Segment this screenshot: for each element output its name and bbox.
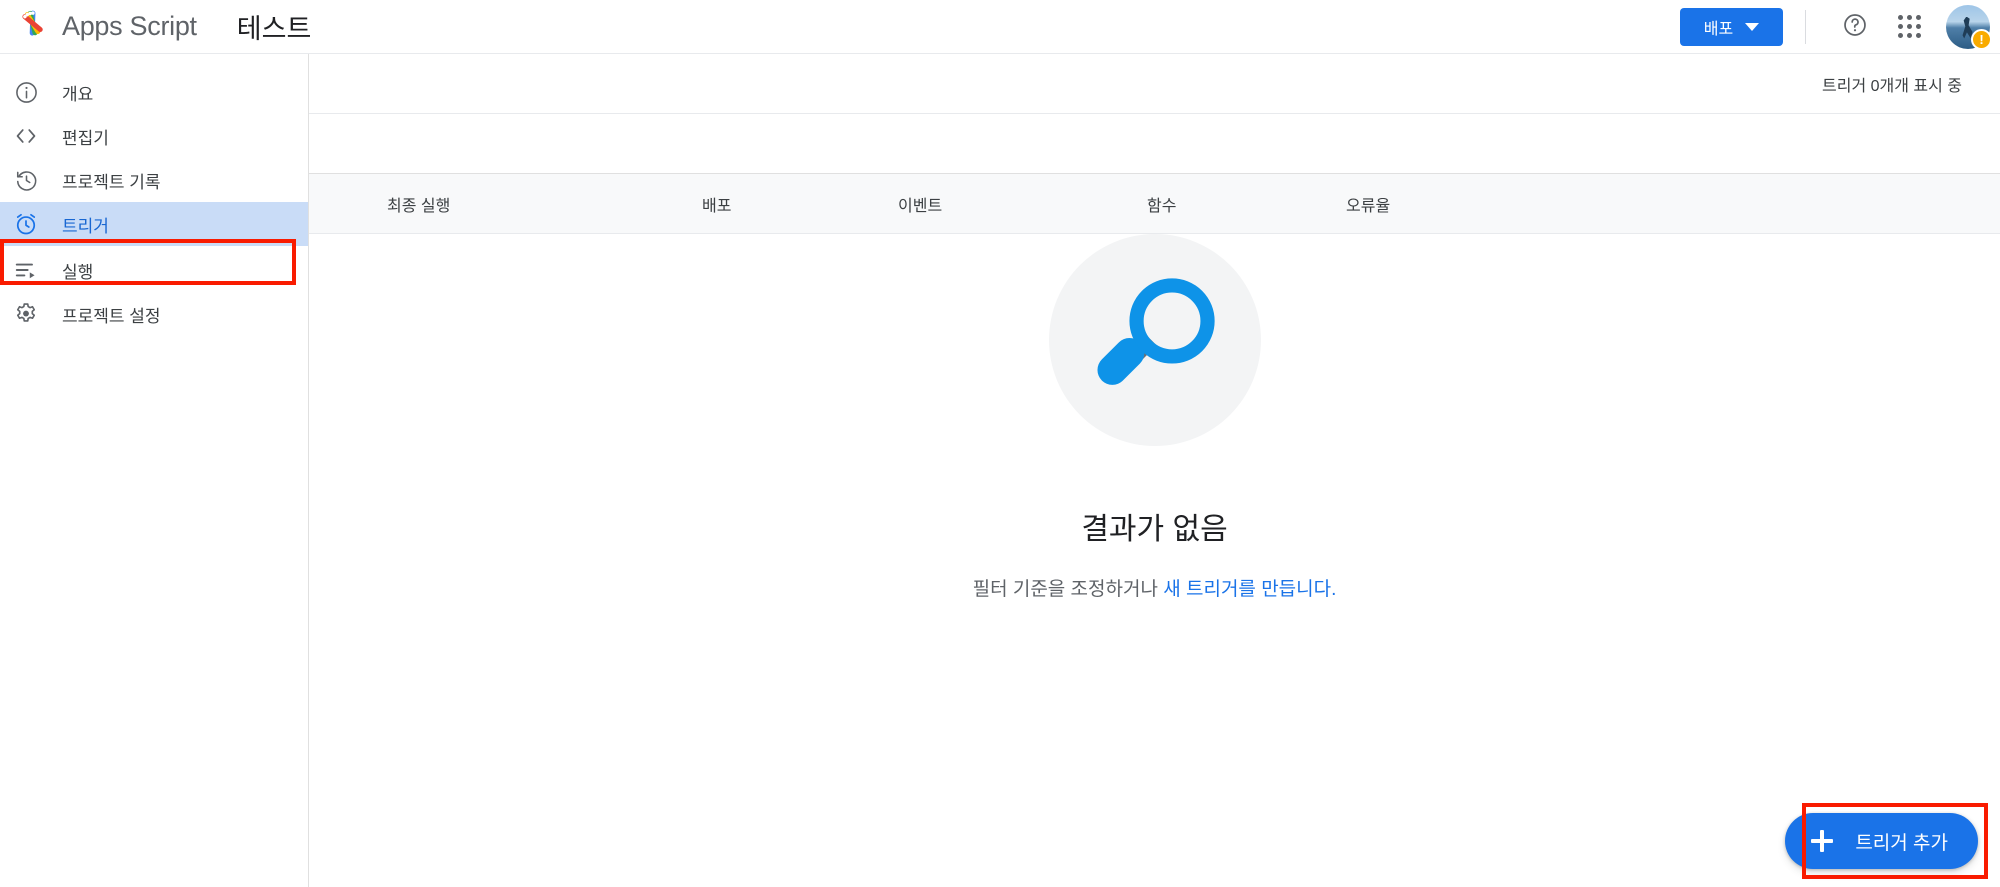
account-button[interactable]: !	[1946, 4, 1992, 50]
magnifier-search-icon	[1084, 267, 1226, 414]
sidebar: 개요 편집기 프로젝트 기록 트리거 실행 프로젝트 설정	[0, 54, 309, 887]
avatar-warning-badge: !	[1971, 28, 1992, 50]
column-header-last-run[interactable]: 최종 실행	[387, 192, 450, 216]
google-apps-button[interactable]	[1888, 6, 1930, 48]
add-trigger-button[interactable]: 트리거 추가	[1785, 813, 1978, 869]
sidebar-item-label: 편집기	[62, 128, 109, 148]
code-brackets-icon	[12, 122, 40, 150]
history-clock-icon	[12, 166, 40, 194]
empty-state-subtitle-prefix: 필터 기준을 조정하거나	[972, 579, 1164, 600]
sidebar-item-label: 트리거	[62, 216, 109, 236]
deploy-button[interactable]: 배포	[1680, 7, 1783, 46]
column-header-event[interactable]: 이벤트	[898, 192, 942, 216]
triggers-table-header: 최종 실행 배포 이벤트 함수 오류율	[309, 174, 2000, 234]
add-trigger-button-label: 트리거 추가	[1855, 832, 1948, 854]
sidebar-item-label: 개요	[62, 84, 94, 104]
filter-toolbar-row	[309, 114, 2000, 174]
alarm-clock-icon	[12, 210, 40, 238]
main-content: 트리거 0개개 표시 중 최종 실행 배포 이벤트 함수 오류율 결과가 없음	[309, 54, 2000, 887]
top-bar-actions: 배포 !	[1680, 0, 2000, 53]
gear-icon	[12, 300, 40, 328]
sidebar-item-triggers[interactable]: 트리거	[0, 202, 308, 246]
plus-icon	[1811, 830, 1834, 852]
brand-name: Apps Script	[62, 11, 197, 41]
sidebar-item-project-settings[interactable]: 프로젝트 설정	[0, 292, 280, 336]
sidebar-item-project-history[interactable]: 프로젝트 기록	[0, 158, 280, 202]
column-header-error-rate[interactable]: 오류율	[1346, 192, 1390, 216]
column-header-deployment[interactable]: 배포	[702, 192, 731, 216]
toolbar-divider	[1805, 9, 1806, 44]
help-circle-icon	[1842, 12, 1868, 41]
filter-bar: 트리거 0개개 표시 중	[309, 54, 2000, 114]
sidebar-item-label: 프로젝트 기록	[62, 172, 161, 192]
create-new-trigger-link[interactable]: 새 트리거를 만듭니다.	[1163, 579, 1336, 600]
empty-state-title: 결과가 없음	[1081, 513, 1228, 546]
apps-script-window: Apps Script 테스트 배포 ! 개요 편집기 프로젝트 기록 트리거 …	[0, 0, 2000, 887]
apps-grid-icon	[1897, 15, 1921, 38]
deploy-button-label: 배포	[1703, 20, 1734, 38]
sidebar-item-label: 실행	[62, 262, 94, 282]
info-circle-icon	[12, 78, 40, 106]
brand-area[interactable]: Apps Script	[0, 7, 197, 47]
sidebar-item-editor[interactable]: 편집기	[0, 114, 280, 158]
sidebar-item-executions[interactable]: 실행	[0, 248, 280, 292]
column-header-function[interactable]: 함수	[1147, 192, 1176, 216]
sidebar-item-label: 프로젝트 설정	[62, 306, 161, 326]
executions-list-icon	[12, 256, 40, 284]
empty-state-subtitle: 필터 기준을 조정하거나 새 트리거를 만듭니다.	[973, 574, 1337, 601]
apps-script-logo-icon	[14, 7, 54, 47]
project-title[interactable]: 테스트	[237, 7, 312, 46]
trigger-count-text: 트리거 0개개 표시 중	[1822, 77, 1962, 95]
top-bar: Apps Script 테스트 배포 !	[0, 0, 2000, 54]
sidebar-item-overview[interactable]: 개요	[0, 70, 280, 114]
chevron-down-icon	[1745, 22, 1760, 31]
empty-state: 결과가 없음 필터 기준을 조정하거나 새 트리거를 만듭니다.	[309, 234, 2000, 601]
empty-state-illustration	[1048, 234, 1261, 446]
help-button[interactable]	[1834, 6, 1876, 48]
